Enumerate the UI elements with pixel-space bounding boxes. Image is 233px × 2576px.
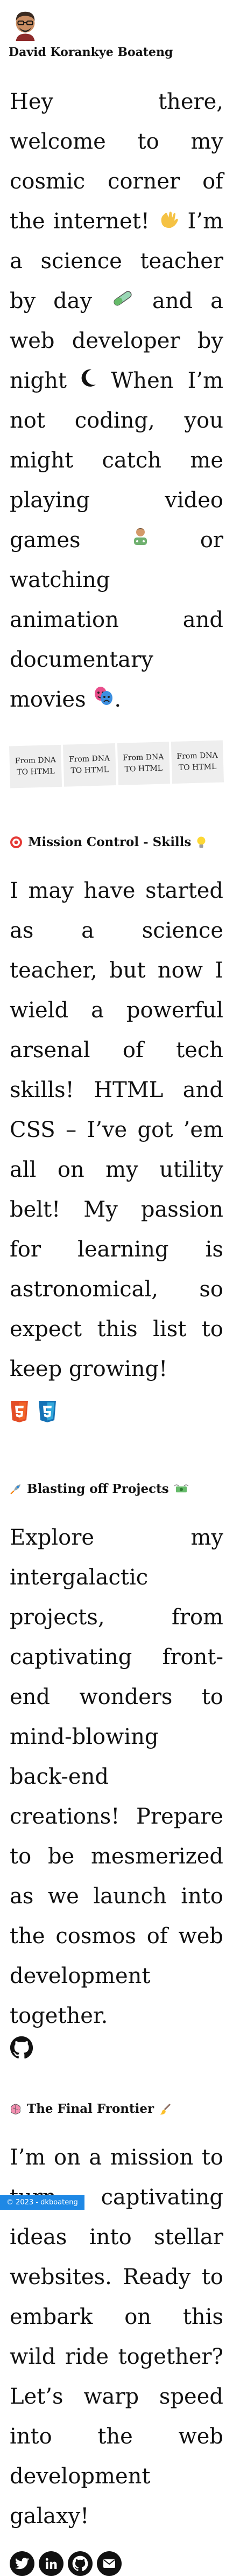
- paintbrush-icon: [160, 2103, 171, 2115]
- css3-icon: [39, 1401, 56, 1423]
- intro-text-5: or watching animation and documentary mo…: [10, 528, 224, 713]
- projects-section: Blasting off Projects Explore my interga…: [0, 1482, 233, 2060]
- avatar: [16, 11, 35, 41]
- twitter-icon: [15, 2558, 29, 2570]
- performing-arts-icon: [93, 680, 114, 720]
- crescent-moon-icon: [81, 361, 97, 401]
- html5-icon: [11, 1401, 28, 1423]
- frontier-title-text: The Final Frontier: [27, 2102, 154, 2117]
- frontier-section: The Final Frontier I’m on a mission to t…: [0, 2102, 233, 2576]
- linkedin-link[interactable]: [39, 2551, 63, 2576]
- twitter-link[interactable]: [10, 2551, 34, 2576]
- envelope-icon: [103, 2559, 115, 2568]
- target-icon: [10, 836, 22, 848]
- test-tube-icon: [110, 281, 135, 321]
- footer: © 2023 - dkboateng: [0, 2195, 84, 2210]
- github-social-link[interactable]: [68, 2551, 93, 2576]
- skill-badges: [10, 1400, 233, 1423]
- intro-text-6: .: [114, 687, 122, 713]
- waving-hand-icon: [158, 201, 179, 241]
- flying-money-icon: [174, 1484, 188, 1492]
- linkedin-icon: [45, 2558, 57, 2570]
- github-social-icon: [72, 2556, 88, 2572]
- skills-body: I may have started as a science teacher,…: [10, 878, 223, 1382]
- email-link[interactable]: [97, 2551, 122, 2576]
- site-owner-name: David Korankye Boateng: [9, 45, 173, 59]
- projects-title: Blasting off Projects: [10, 1482, 233, 1496]
- ribbon-cell: From DNA TO HTML: [63, 743, 116, 787]
- github-link[interactable]: [10, 2036, 33, 2060]
- intro-text-4: When I’m not coding, you might catch me …: [10, 368, 224, 553]
- ribbon-cell: From DNA TO HTML: [9, 745, 62, 788]
- projects-body: Explore my intergalactic projects, from …: [10, 1525, 223, 2029]
- skills-title-text: Mission Control - Skills: [28, 835, 192, 850]
- intro-paragraph: Hey there, welcome to my cosmic corner o…: [10, 82, 223, 720]
- projects-title-text: Blasting off Projects: [27, 1482, 169, 1497]
- ribbon-cell: From DNA TO HTML: [117, 742, 170, 786]
- skills-section: Mission Control - Skills I may have star…: [0, 835, 233, 1423]
- ribbon-cell: From DNA TO HTML: [171, 740, 224, 784]
- skills-title: Mission Control - Skills: [10, 835, 233, 849]
- dna-ribbon: From DNA TO HTML From DNA TO HTML From D…: [9, 740, 224, 788]
- gamer-icon: [130, 520, 151, 560]
- social-links: [10, 2551, 233, 2576]
- copyright-text: © 2023 - dkboateng: [6, 2198, 78, 2207]
- light-bulb-icon: [197, 836, 206, 848]
- rocket-icon: [10, 1484, 20, 1495]
- frontier-title: The Final Frontier: [10, 2102, 233, 2116]
- github-icon: [10, 2036, 33, 2059]
- brain-icon: [10, 2104, 21, 2114]
